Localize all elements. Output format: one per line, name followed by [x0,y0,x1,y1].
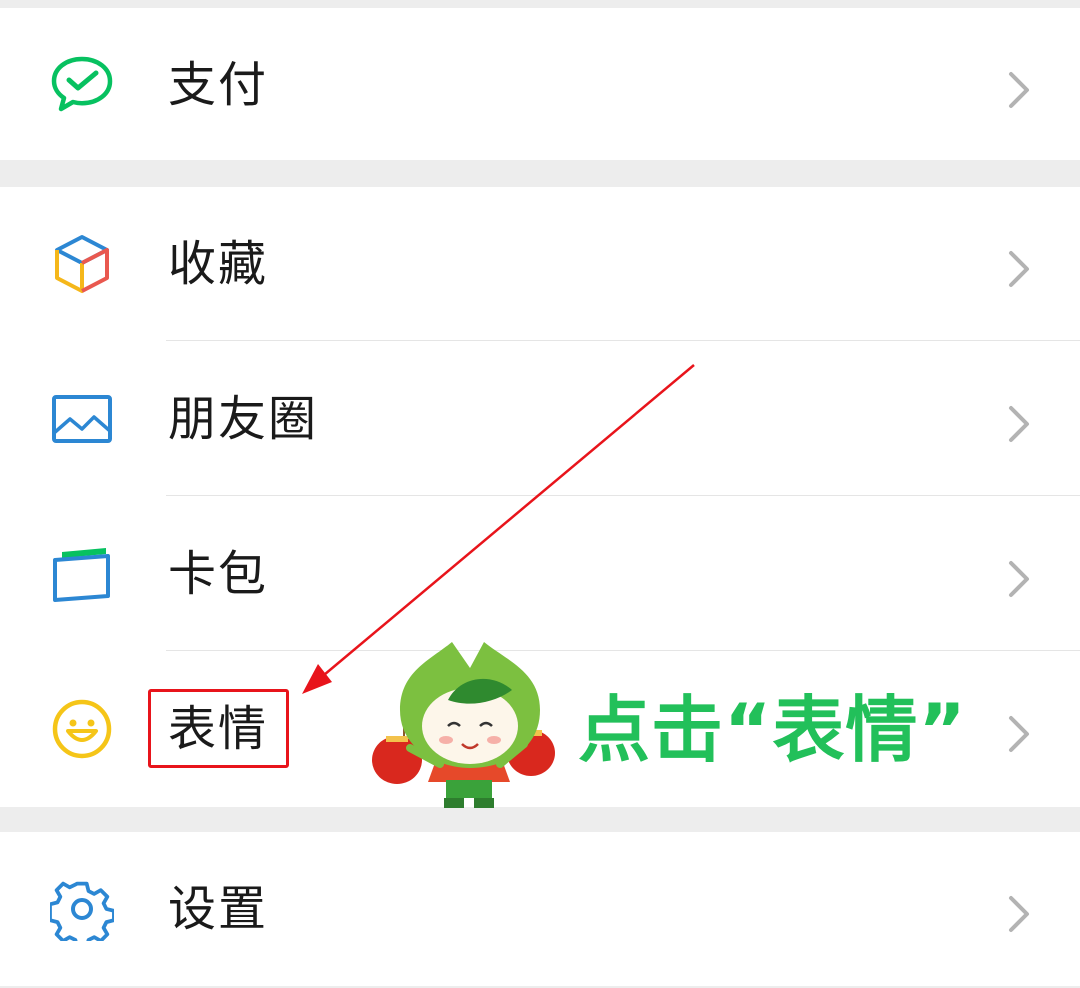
menu-group-pay: 支付 [0,8,1080,160]
menu-item-settings[interactable]: 设置 [0,832,1080,986]
wechat-pay-icon [50,53,114,117]
menu-item-cards[interactable]: 卡包 [0,497,1080,651]
menu-group-settings: 设置 [0,832,1080,986]
chevron-right-icon [1004,249,1034,289]
chevron-right-icon [1004,404,1034,444]
menu-item-pay[interactable]: 支付 [0,8,1080,162]
chevron-right-icon [1004,70,1034,110]
moments-picture-icon [50,387,114,451]
annotation-instruction: 点击“表情” [578,688,967,772]
row-divider [166,495,1080,496]
gear-icon [48,877,116,950]
chevron-right-icon [1004,894,1034,934]
favorites-cube-icon [50,232,114,296]
card-wallet-icon [50,542,114,606]
smiley-face-icon [50,697,114,761]
menu-item-label: 卡包 [168,546,269,602]
menu-item-label: 设置 [168,881,269,937]
highlight-box [148,689,289,768]
menu-item-favorites[interactable]: 收藏 [0,187,1080,341]
menu-item-moments[interactable]: 朋友圈 [0,342,1080,496]
row-divider [166,340,1080,341]
menu-item-label: 支付 [168,57,269,113]
menu-item-label: 收藏 [168,236,269,292]
menu-item-label: 朋友圈 [168,391,319,447]
chevron-right-icon [1004,559,1034,599]
chevron-right-icon [1004,714,1034,754]
row-divider [166,650,1080,651]
